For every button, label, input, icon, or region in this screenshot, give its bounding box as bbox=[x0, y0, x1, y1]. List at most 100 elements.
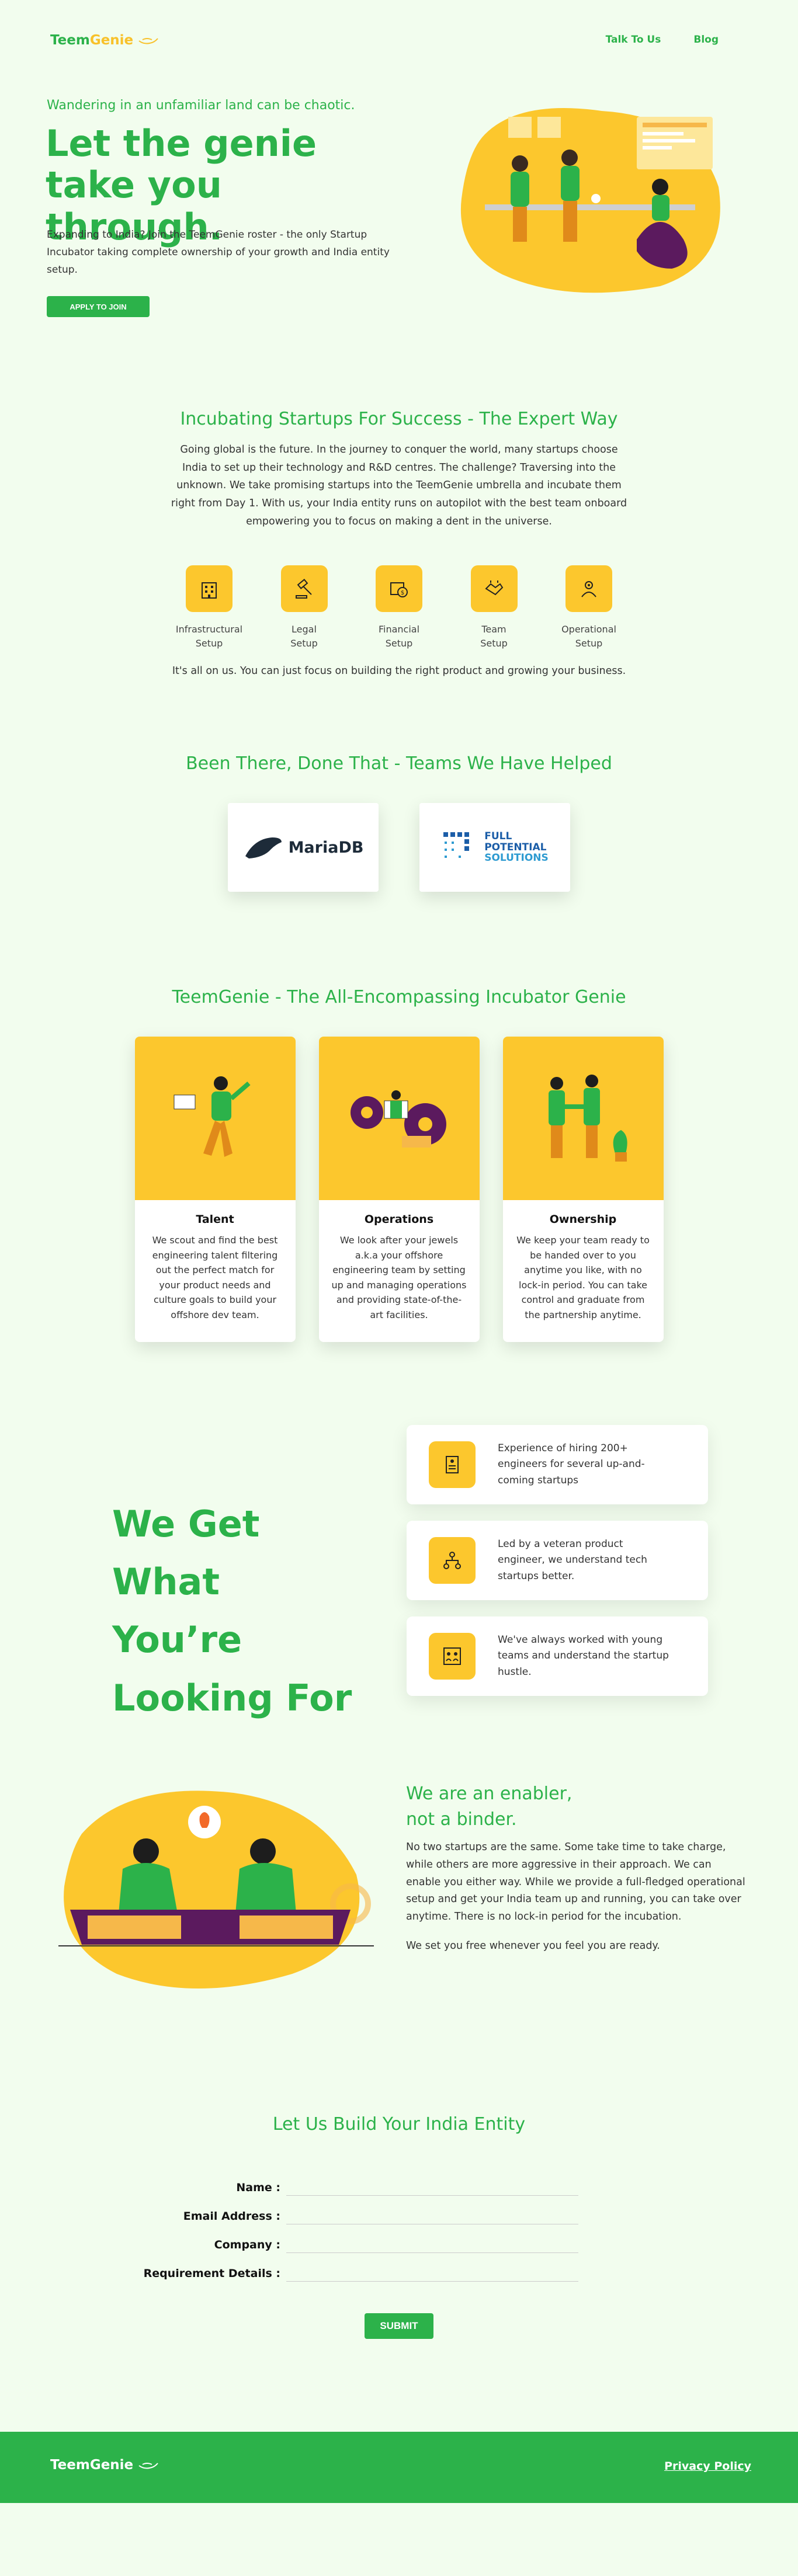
operations-icon bbox=[565, 565, 612, 613]
enabler-title: We are an enabler, not a binder. bbox=[406, 1781, 748, 1832]
experience-text: Led by a veteran product engineer, we un… bbox=[498, 1538, 647, 1582]
incubating-title: Incubating Startups For Success - The Ex… bbox=[180, 409, 618, 429]
feature-legal: Legal Setup bbox=[263, 565, 345, 651]
name-label: Name : bbox=[236, 2181, 280, 2194]
building-icon bbox=[186, 565, 233, 613]
org-chart-icon bbox=[429, 1537, 476, 1584]
feature-label-line1: Financial bbox=[378, 624, 420, 635]
form-row-email: Email Address : bbox=[0, 2202, 798, 2230]
service-cards: Talent We scout and find the best engine… bbox=[0, 1037, 798, 1342]
hero-description: Expanding to India? Join the TeemGenie r… bbox=[47, 229, 390, 276]
card-ownership: Ownership We keep your team ready to be … bbox=[502, 1037, 664, 1342]
site-header: TeemGenie Talk To Us Blog bbox=[0, 0, 798, 82]
submit-button[interactable]: SUBMIT bbox=[365, 2313, 433, 2339]
enabler-section: We are an enabler, not a binder. No two … bbox=[0, 1758, 798, 2114]
team-icon bbox=[429, 1633, 476, 1680]
fps-line2: POTENTIAL bbox=[484, 841, 547, 853]
feature-financial: $ Financial Setup bbox=[358, 565, 440, 651]
brand-name-part2: Genie bbox=[89, 2457, 134, 2473]
talent-illustration bbox=[134, 1037, 296, 1200]
weget-title-line1: We Get bbox=[112, 1503, 260, 1545]
client-card-mariadb: MariaDB bbox=[228, 803, 379, 892]
form-row-requirements: Requirement Details : bbox=[0, 2259, 798, 2288]
card-title: Ownership bbox=[549, 1213, 617, 1226]
feature-label-line2: Setup bbox=[290, 638, 318, 649]
svg-text:$: $ bbox=[401, 590, 404, 596]
feature-label-line1: Infrastructural bbox=[175, 624, 243, 635]
feature-infrastructure: Infrastructural Setup bbox=[168, 565, 250, 651]
apply-to-join-button[interactable]: APPLY TO JOIN bbox=[47, 296, 150, 317]
mariadb-logo: MariaDB bbox=[243, 833, 364, 862]
encompass-title: TeemGenie - The All-Encompassing Incubat… bbox=[172, 987, 626, 1007]
card-title: Operations bbox=[364, 1213, 434, 1226]
weget-title: We Get What You’re Looking For bbox=[112, 1495, 352, 1727]
name-input[interactable] bbox=[286, 2195, 578, 2196]
fps-line1: FULL bbox=[484, 830, 512, 842]
form-row-name: Name : bbox=[0, 2173, 798, 2202]
card-title: Talent bbox=[196, 1213, 234, 1226]
nav-talk-to-us[interactable]: Talk To Us bbox=[606, 34, 661, 46]
contact-form-section: Let Us Build Your India Entity Name : Em… bbox=[0, 2114, 798, 2432]
incubating-closing: It's all on us. You can just focus on bu… bbox=[172, 665, 626, 677]
feature-label-line2: Setup bbox=[385, 638, 413, 649]
footer-logo[interactable]: TeemGenie bbox=[50, 2457, 160, 2473]
experience-item: Experience of hiring 200+ engineers for … bbox=[407, 1425, 708, 1504]
incubating-section: Incubating Startups For Success - The Ex… bbox=[0, 356, 798, 707]
brand-name-part2: Genie bbox=[89, 33, 134, 48]
hero-team-illustration bbox=[460, 108, 720, 293]
site-footer: TeemGenie Privacy Policy bbox=[0, 2432, 798, 2503]
enabler-illustration bbox=[58, 1791, 374, 1989]
feature-label-line2: Setup bbox=[195, 638, 223, 649]
enabler-title-line1: We are an enabler, bbox=[406, 1784, 573, 1804]
teams-section: Been There, Done That - Teams We Have He… bbox=[0, 707, 798, 952]
fps-logo: FULL POTENTIAL SOLUTIONS bbox=[441, 830, 549, 865]
enabler-text: We are an enabler, not a binder. No two … bbox=[406, 1781, 748, 1955]
company-label: Company : bbox=[214, 2238, 280, 2251]
requirements-input[interactable] bbox=[286, 2281, 578, 2282]
teams-title: Been There, Done That - Teams We Have He… bbox=[186, 753, 612, 774]
brand-name-part1: Teem bbox=[50, 33, 90, 48]
card-operations: Operations We look after your jewels a.k… bbox=[318, 1037, 480, 1342]
ownership-illustration bbox=[502, 1037, 664, 1200]
genie-lamp-icon bbox=[138, 2462, 158, 2469]
money-icon: $ bbox=[376, 565, 422, 613]
card-text: We scout and find the best engineering t… bbox=[152, 1235, 278, 1320]
brand-logo[interactable]: TeemGenie bbox=[50, 33, 160, 48]
email-label: Email Address : bbox=[183, 2210, 280, 2223]
hero-section: Wandering in an unfamiliar land can be c… bbox=[0, 82, 798, 356]
experience-text: We've always worked with young teams and… bbox=[498, 1634, 669, 1678]
gavel-icon bbox=[280, 565, 328, 613]
weget-title-line2: What bbox=[112, 1560, 220, 1604]
card-talent: Talent We scout and find the best engine… bbox=[134, 1037, 296, 1342]
feature-operational: Operational Setup bbox=[548, 565, 630, 651]
nav-blog[interactable]: Blog bbox=[693, 34, 719, 46]
incubating-body: Going global is the future. In the journ… bbox=[171, 444, 627, 527]
feature-label-line1: Operational bbox=[561, 624, 616, 635]
experience-list: Experience of hiring 200+ engineers for … bbox=[407, 1425, 708, 1712]
feature-team: Team Setup bbox=[453, 565, 535, 651]
main-nav: Talk To Us Blog bbox=[606, 34, 719, 46]
experience-text: Experience of hiring 200+ engineers for … bbox=[498, 1442, 645, 1486]
resume-icon bbox=[429, 1441, 476, 1488]
handshake-icon bbox=[470, 565, 518, 613]
card-text: We keep your team ready to be handed ove… bbox=[516, 1235, 650, 1320]
privacy-policy-link[interactable]: Privacy Policy bbox=[664, 2460, 751, 2473]
enabler-paragraph-1: No two startups are the same. Some take … bbox=[406, 1841, 745, 1923]
feature-label-line1: Legal bbox=[292, 624, 317, 635]
client-logos: MariaDB FULL POTENTIAL SOLUTIONS bbox=[0, 803, 798, 892]
brand-name-part1: Teem bbox=[50, 2457, 90, 2473]
hero-tagline: Wandering in an unfamiliar land can be c… bbox=[47, 98, 355, 113]
form-row-company: Company : bbox=[0, 2230, 798, 2259]
requirements-label: Requirement Details : bbox=[143, 2267, 280, 2280]
weget-title-line4: Looking For bbox=[112, 1676, 352, 1719]
operations-illustration bbox=[318, 1037, 480, 1200]
contact-form: Name : Email Address : Company : Require… bbox=[0, 2173, 798, 2339]
weget-section: We Get What You’re Looking For Experienc… bbox=[0, 1384, 798, 1758]
seal-icon bbox=[245, 837, 282, 858]
form-title: Let Us Build Your India Entity bbox=[272, 2114, 526, 2135]
fps-line3: SOLUTIONS bbox=[484, 852, 549, 864]
mariadb-name: MariaDB bbox=[288, 838, 364, 857]
weget-title-line3: You’re bbox=[112, 1618, 242, 1661]
company-input[interactable] bbox=[286, 2252, 578, 2253]
feature-label-line1: Team bbox=[481, 624, 506, 635]
